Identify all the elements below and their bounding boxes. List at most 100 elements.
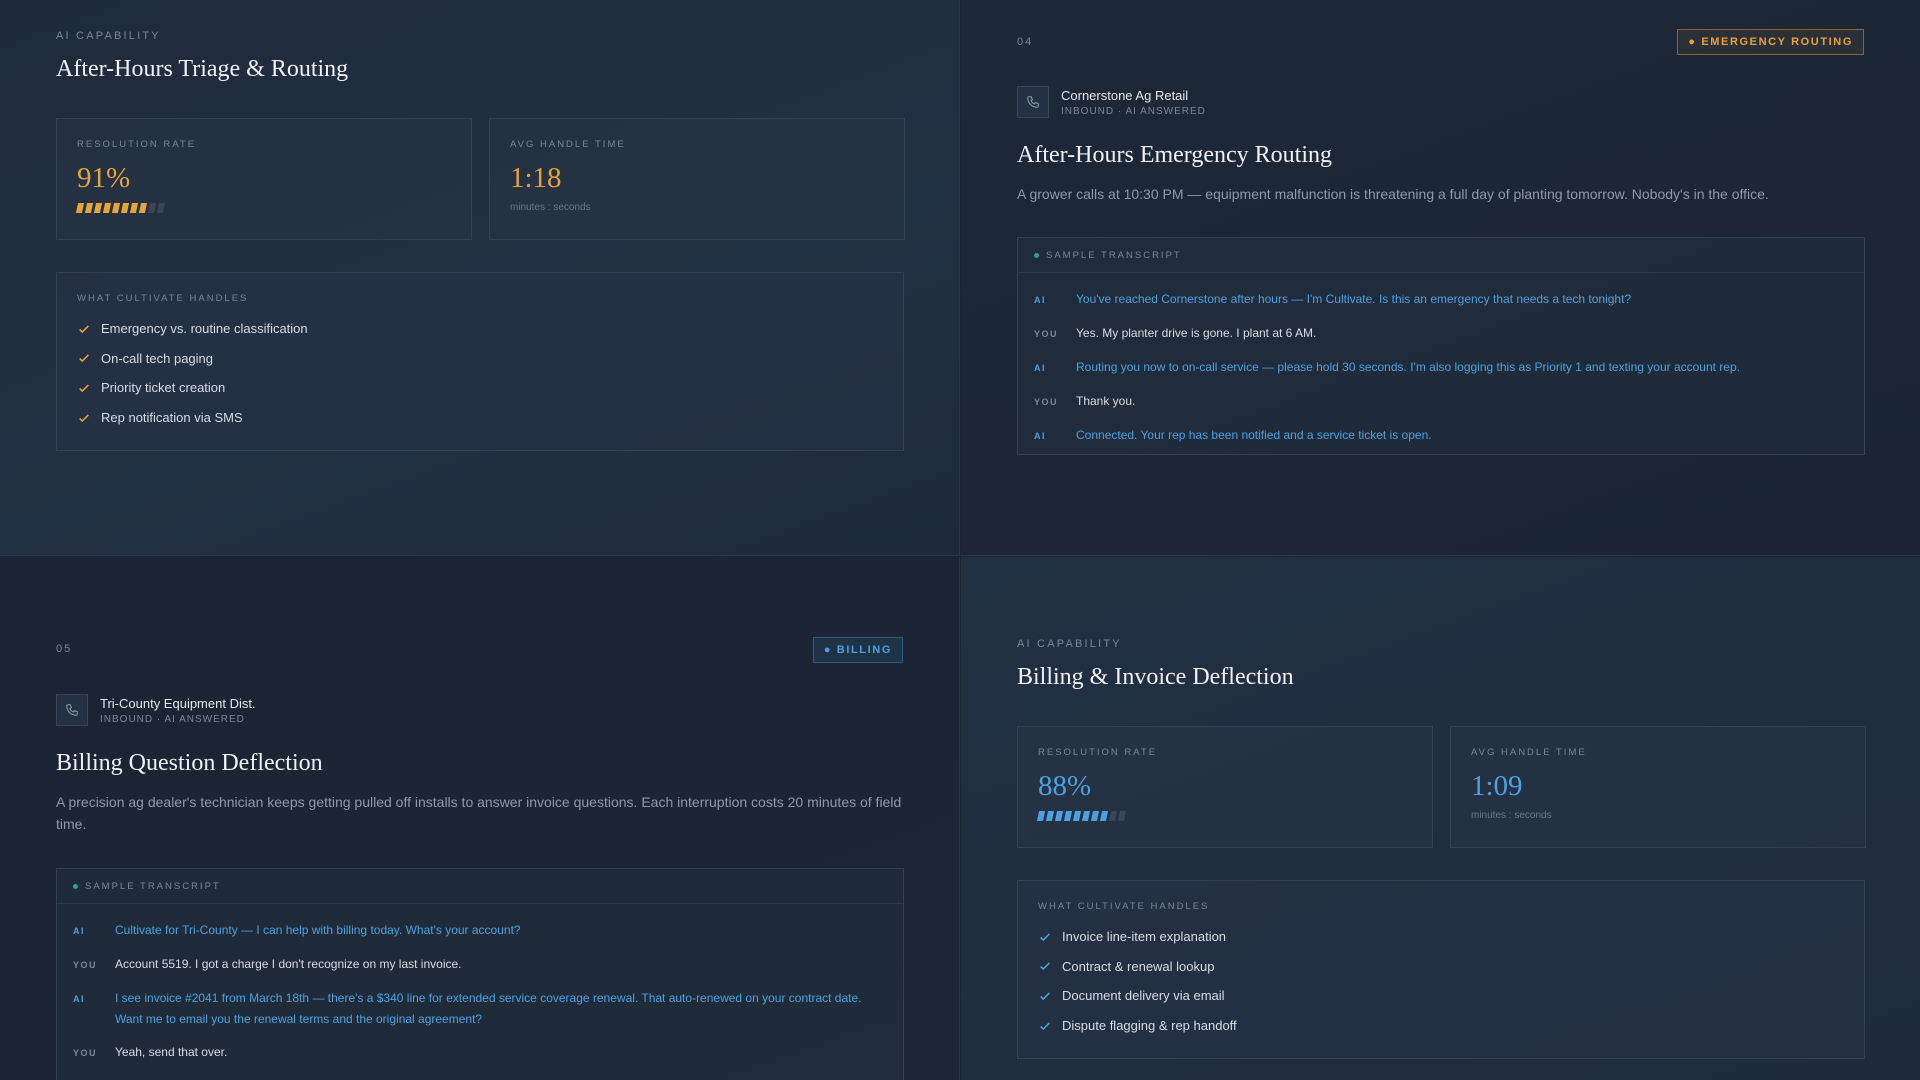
transcript-line: YOU Yeah, send that over.	[73, 1036, 887, 1070]
check-icon	[1040, 962, 1050, 971]
handles-item-label: Contract & renewal lookup	[1062, 958, 1215, 974]
transcript-label: SAMPLE TRANSCRIPT	[85, 880, 221, 892]
phone-icon	[56, 694, 88, 726]
caller-info: Cornerstone Ag Retail INBOUND · AI ANSWE…	[1017, 86, 1206, 118]
case-description: A grower calls at 10:30 PM — equipment m…	[1017, 186, 1769, 202]
caller-name: Tri-County Equipment Dist.	[100, 695, 256, 711]
speaker-text: Cultivate for Tri-County — I can help wi…	[115, 923, 521, 937]
transcript-line: AI Connected. Your rep has been notified …	[1034, 419, 1848, 453]
resolution-rate-label: RESOLUTION RATE	[77, 139, 197, 150]
transcript-lines: AI Cultivate for Tri-County — I can help …	[57, 904, 903, 1080]
speaker-label: YOU	[1034, 397, 1059, 407]
handles-card: WHAT CULTIVATE HANDLES Emergency vs. rou…	[56, 272, 904, 451]
speaker-label: AI	[1034, 363, 1046, 373]
panel-billing-case: 05 ● BILLING Tri-County Equipment Dist. …	[0, 557, 960, 1080]
transcript-line: AI Cultivate for Tri-County — I can help …	[73, 914, 887, 948]
handles-item-label: Emergency vs. routine classification	[101, 321, 308, 337]
check-icon	[79, 413, 89, 422]
speaker-text: I see invoice #2041 from March 18th — th…	[115, 991, 862, 1026]
panel-emergency-routing-case: 04 ● EMERGENCY ROUTING Cornerstone Ag Re…	[961, 0, 1920, 556]
handles-item-label: Dispute flagging & rep handoff	[1062, 1018, 1237, 1034]
avg-handle-time-card: AVG HANDLE TIME 1:09 minutes : seconds	[1450, 726, 1866, 848]
handles-item-label: Priority ticket creation	[101, 380, 226, 396]
meter-segment	[1108, 811, 1118, 821]
billing-badge: ● BILLING	[812, 637, 903, 663]
resolution-rate-meter	[75, 203, 451, 213]
transcript-line: YOU Account 5519. I got a charge I don't …	[73, 948, 887, 982]
live-dot-icon	[73, 883, 78, 889]
handles-item: Contract & renewal lookup	[1038, 952, 1844, 982]
avg-handle-time-value: 1:09	[1471, 770, 1523, 802]
speaker-label: AI	[73, 926, 85, 936]
speaker-text: Connected. Your rep has been notified an…	[1076, 428, 1432, 442]
case-number: 04	[1017, 36, 1034, 48]
meter-segment	[1036, 811, 1046, 821]
transcript-line: YOU Thank you.	[1034, 385, 1848, 419]
sample-transcript: SAMPLE TRANSCRIPT AI You've reached Corne…	[1017, 237, 1865, 455]
speaker-text: On its way. If you'd like to dispute it,…	[115, 1076, 726, 1080]
meter-segment	[129, 203, 139, 213]
speaker-text: Yes. My planter drive is gone. I plant a…	[1076, 326, 1317, 340]
stats-row: RESOLUTION RATE 91% AVG HANDLE TIME 1:18…	[56, 118, 905, 240]
handles-card: WHAT CULTIVATE HANDLES Invoice line-item…	[1017, 880, 1865, 1059]
meter-segment	[1099, 811, 1109, 821]
speaker-label: AI	[1034, 431, 1046, 441]
check-icon	[79, 354, 89, 363]
meter-segment	[75, 203, 85, 213]
case-description: A precision ag dealer's technician keeps…	[56, 794, 902, 832]
speaker-text: Yeah, send that over.	[115, 1045, 228, 1059]
handles-label: WHAT CULTIVATE HANDLES	[77, 293, 249, 304]
speaker-label: AI	[73, 1076, 115, 1080]
resolution-rate-card: RESOLUTION RATE 88%	[1017, 726, 1433, 848]
capability-title: After-Hours Triage & Routing	[56, 56, 349, 82]
caller-meta: INBOUND · AI ANSWERED	[100, 713, 245, 725]
avg-handle-time-card: AVG HANDLE TIME 1:18 minutes : seconds	[489, 118, 905, 240]
avg-handle-time-value: 1:18	[510, 162, 562, 194]
handles-item: Priority ticket creation	[77, 373, 883, 403]
speaker-text: Account 5519. I got a charge I don't rec…	[115, 957, 462, 971]
meter-segment	[1090, 811, 1100, 821]
caller-info: Tri-County Equipment Dist. INBOUND · AI …	[56, 694, 256, 726]
avg-handle-time-label: AVG HANDLE TIME	[1471, 747, 1587, 758]
avg-handle-time-label: AVG HANDLE TIME	[510, 139, 626, 150]
resolution-rate-value: 91%	[77, 162, 131, 194]
meter-segment	[1063, 811, 1073, 821]
handles-item: Document delivery via email	[1038, 981, 1844, 1011]
check-icon	[1040, 992, 1050, 1001]
handles-list: Invoice line-item explanation Contract & …	[1038, 922, 1844, 1040]
case-title: Billing Question Deflection	[56, 750, 323, 776]
transcript-line: AIOn its way. If you'd like to dispute i…	[73, 1070, 887, 1080]
resolution-rate-value: 88%	[1038, 770, 1092, 802]
meter-segment	[93, 203, 103, 213]
meter-segment	[1045, 811, 1055, 821]
phone-icon	[1017, 86, 1049, 118]
resolution-rate-label: RESOLUTION RATE	[1038, 747, 1158, 758]
live-dot-icon	[1034, 252, 1039, 258]
capability-grid: AI CAPABILITY After-Hours Triage & Routi…	[0, 0, 1920, 1080]
stats-row: RESOLUTION RATE 88% AVG HANDLE TIME 1:09…	[1017, 726, 1866, 848]
speaker-label: AI	[1034, 295, 1046, 305]
transcript-header: SAMPLE TRANSCRIPT	[57, 869, 903, 904]
handles-item-label: Invoice line-item explanation	[1062, 929, 1227, 945]
case-number: 05	[56, 643, 73, 655]
caller-meta: INBOUND · AI ANSWERED	[1061, 105, 1206, 117]
meter-segment	[1117, 811, 1127, 821]
panel-after-hours-capability: AI CAPABILITY After-Hours Triage & Routi…	[0, 0, 960, 556]
emergency-routing-badge: ● EMERGENCY ROUTING	[1677, 29, 1864, 55]
handles-item: Emergency vs. routine classification	[77, 314, 883, 344]
transcript-header: SAMPLE TRANSCRIPT	[1018, 238, 1864, 273]
avg-handle-time-unit: minutes : seconds	[1471, 810, 1552, 821]
sample-transcript: SAMPLE TRANSCRIPT AI Cultivate for Tri-Co…	[56, 868, 904, 1080]
meter-segment	[138, 203, 148, 213]
case-title: After-Hours Emergency Routing	[1017, 142, 1332, 168]
meter-segment	[156, 203, 166, 213]
meter-segment	[1054, 811, 1064, 821]
speaker-label: YOU	[73, 1048, 98, 1058]
speaker-text: Routing you now to on-call service — ple…	[1076, 360, 1740, 374]
speaker-label: AI	[73, 994, 85, 1004]
handles-item: Dispute flagging & rep handoff	[1038, 1011, 1844, 1041]
meter-segment	[111, 203, 121, 213]
check-icon	[1040, 933, 1050, 941]
check-icon	[1040, 1021, 1050, 1030]
speaker-text: You've reached Cornerstone after hours —…	[1076, 292, 1632, 306]
